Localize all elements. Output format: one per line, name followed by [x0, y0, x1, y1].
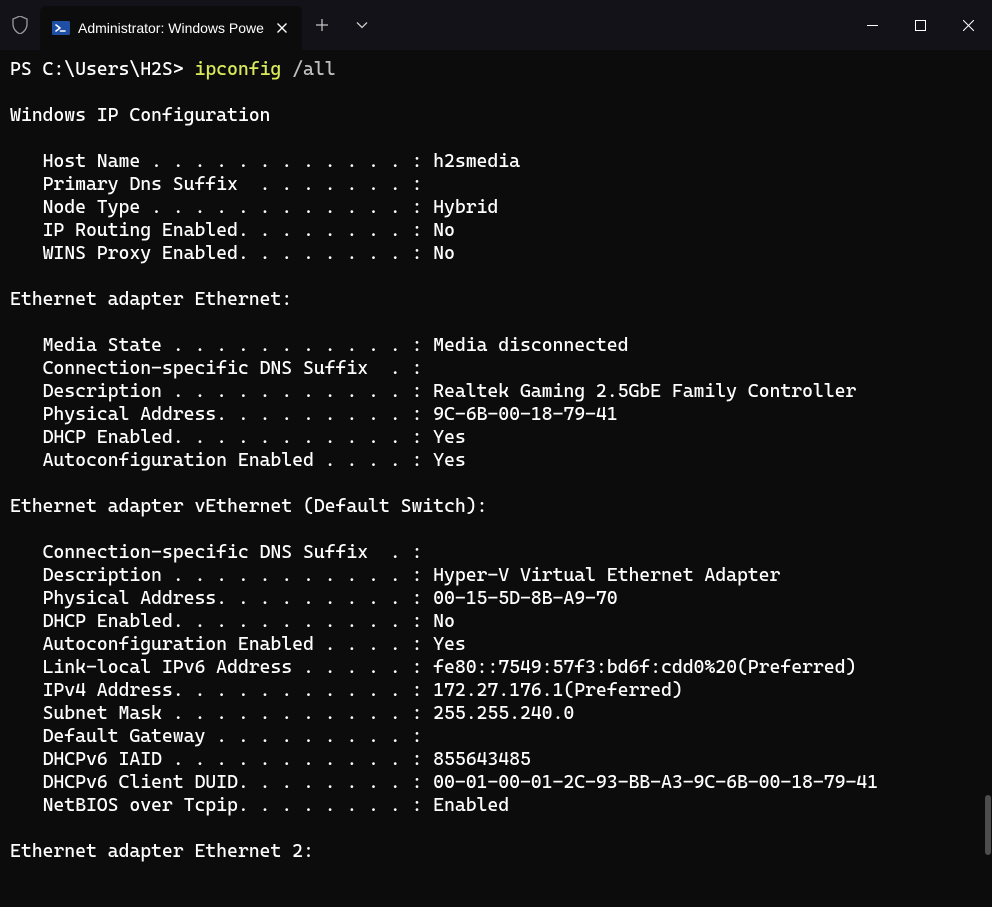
output-label: Autoconfiguration Enabled . . . . : — [10, 450, 433, 471]
tab-powershell[interactable]: Administrator: Windows Powe — [40, 6, 302, 50]
minimize-icon — [867, 20, 878, 31]
output-value: No — [433, 220, 455, 241]
output-label: Default Gateway . . . . . . . . . : — [10, 726, 422, 747]
output-value: fe80::7549:57f3:bd6f:cdd0%20(Preferred) — [433, 657, 856, 678]
scrollbar-thumb[interactable] — [985, 795, 991, 855]
section-heading: Ethernet adapter vEthernet (Default Swit… — [10, 496, 487, 517]
output-label: Physical Address. . . . . . . . . : — [10, 588, 433, 609]
output-value: 00-01-00-01-2C-93-BB-A3-9C-6B-00-18-79-4… — [433, 772, 878, 793]
output-value: 00-15-5D-8B-A9-70 — [433, 588, 617, 609]
output-label: Node Type . . . . . . . . . . . . : — [10, 197, 433, 218]
prompt: PS C:\Users\H2S> — [10, 59, 184, 80]
maximize-icon — [915, 20, 926, 31]
output-label: Description . . . . . . . . . . . : — [10, 565, 433, 586]
output-label: DHCP Enabled. . . . . . . . . . . : — [10, 611, 433, 632]
output-label: Subnet Mask . . . . . . . . . . . : — [10, 703, 433, 724]
tab-title: Administrator: Windows Powe — [78, 20, 264, 36]
window-controls — [848, 0, 992, 50]
output-value: 172.27.176.1(Preferred) — [433, 680, 683, 701]
close-icon — [277, 23, 287, 33]
section-heading: Ethernet adapter Ethernet 2: — [10, 841, 314, 862]
output-value: No — [433, 243, 455, 264]
minimize-button[interactable] — [848, 0, 896, 50]
output-label: Description . . . . . . . . . . . : — [10, 381, 433, 402]
tab-dropdown-button[interactable] — [342, 0, 382, 50]
tab-close-button[interactable] — [272, 18, 292, 38]
output-label: Host Name . . . . . . . . . . . . : — [10, 151, 433, 172]
plus-icon — [316, 19, 328, 31]
command-arg: /all — [292, 59, 335, 80]
output-label: Connection-specific DNS Suffix . : — [10, 358, 422, 379]
titlebar: Administrator: Windows Powe — [0, 0, 992, 50]
output-label: NetBIOS over Tcpip. . . . . . . . : — [10, 795, 433, 816]
command: ipconfig — [194, 59, 281, 80]
output-label: Link-local IPv6 Address . . . . . : — [10, 657, 433, 678]
output-label: IP Routing Enabled. . . . . . . . : — [10, 220, 433, 241]
maximize-button[interactable] — [896, 0, 944, 50]
close-icon — [963, 20, 974, 31]
output-value: No — [433, 611, 455, 632]
new-tab-button[interactable] — [302, 0, 342, 50]
section-heading: Windows IP Configuration — [10, 105, 270, 126]
section-heading: Ethernet adapter Ethernet: — [10, 289, 292, 310]
output-label: Autoconfiguration Enabled . . . . : — [10, 634, 433, 655]
output-label: DHCPv6 Client DUID. . . . . . . . : — [10, 772, 433, 793]
shield-icon — [12, 16, 28, 34]
output-value: 9C-6B-00-18-79-41 — [433, 404, 617, 425]
output-label: Connection-specific DNS Suffix . : — [10, 542, 422, 563]
output-label: Media State . . . . . . . . . . . : — [10, 335, 433, 356]
powershell-icon — [52, 19, 70, 37]
output-value: 855643485 — [433, 749, 531, 770]
titlebar-drag-region[interactable] — [382, 0, 848, 50]
output-value: 255.255.240.0 — [433, 703, 574, 724]
output-value: Realtek Gaming 2.5GbE Family Controller — [433, 381, 856, 402]
output-value: Yes — [433, 450, 466, 471]
output-value: h2smedia — [433, 151, 520, 172]
output-label: Primary Dns Suffix . . . . . . . : — [10, 174, 422, 195]
close-window-button[interactable] — [944, 0, 992, 50]
output-label: DHCP Enabled. . . . . . . . . . . : — [10, 427, 433, 448]
output-label: IPv4 Address. . . . . . . . . . . : — [10, 680, 433, 701]
output-value: Hybrid — [433, 197, 498, 218]
chevron-down-icon — [356, 21, 368, 29]
output-value: Media disconnected — [433, 335, 628, 356]
output-value: Yes — [433, 634, 466, 655]
output-label: DHCPv6 IAID . . . . . . . . . . . : — [10, 749, 433, 770]
privacy-shield-icon[interactable] — [0, 0, 40, 50]
output-label: WINS Proxy Enabled. . . . . . . . : — [10, 243, 433, 264]
output-value: Hyper-V Virtual Ethernet Adapter — [433, 565, 780, 586]
output-value: Yes — [433, 427, 466, 448]
terminal-output[interactable]: PS C:\Users\H2S> ipconfig /all Windows I… — [0, 50, 992, 871]
output-label: Physical Address. . . . . . . . . : — [10, 404, 433, 425]
output-value: Enabled — [433, 795, 509, 816]
